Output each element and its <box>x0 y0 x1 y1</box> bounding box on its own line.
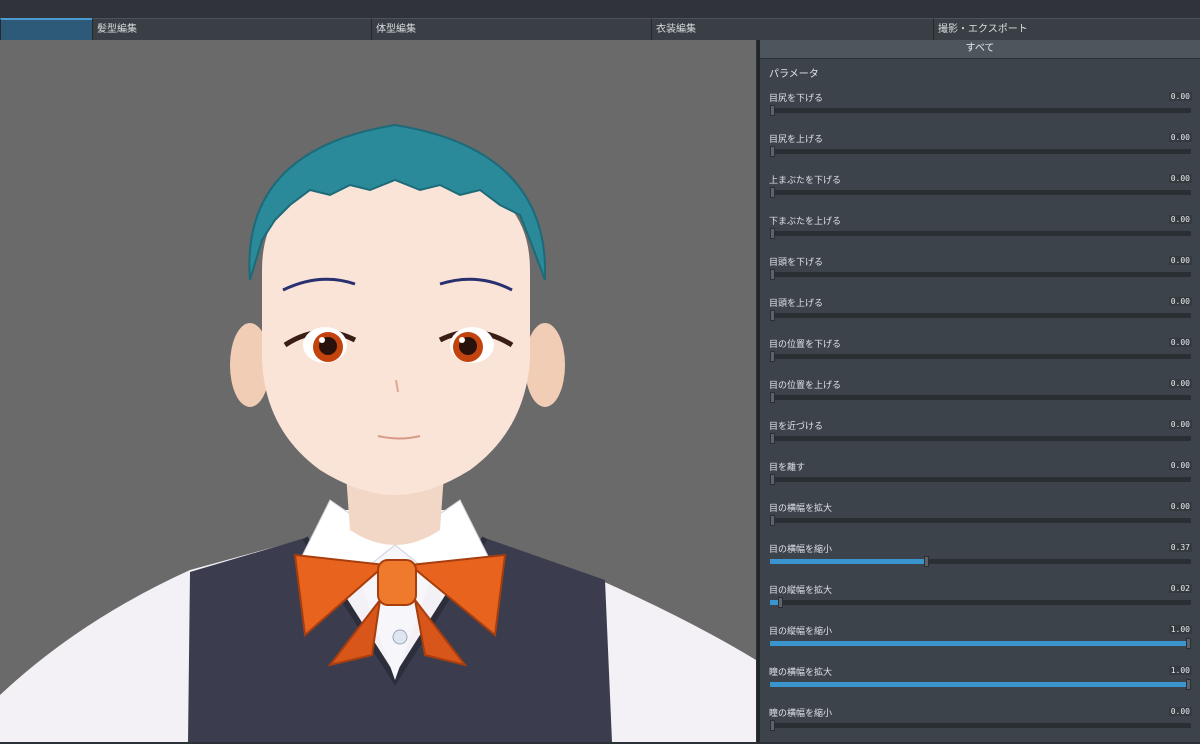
tab-face-edit[interactable] <box>0 18 92 40</box>
parameter-row: 目の横幅を拡大 0.00 <box>760 498 1200 539</box>
parameter-slider[interactable] <box>770 515 1191 526</box>
parameter-slider[interactable] <box>770 638 1191 649</box>
parameter-slider[interactable] <box>770 556 1191 567</box>
slider-handle[interactable] <box>770 515 775 526</box>
parameter-slider[interactable] <box>770 351 1191 362</box>
parameter-value-field[interactable]: 0.00 <box>1168 215 1192 224</box>
parameter-row: 目尻を上げる 0.00 <box>760 129 1200 170</box>
slider-fill <box>770 559 926 564</box>
parameter-label: 目頭を上げる <box>769 299 824 309</box>
parameter-slider[interactable] <box>770 597 1191 608</box>
slider-fill <box>770 682 1191 687</box>
parameter-row: 目頭を下げる 0.00 <box>760 252 1200 293</box>
parameter-row: 目頭を上げる 0.00 <box>760 293 1200 334</box>
parameter-label: 目の位置を下げる <box>769 340 842 350</box>
parameter-slider[interactable] <box>770 720 1191 731</box>
slider-fill <box>770 600 779 605</box>
parameter-slider[interactable] <box>770 146 1191 157</box>
parameter-row: 目を近づける 0.00 <box>760 416 1200 457</box>
parameter-value-field[interactable]: 0.00 <box>1168 297 1192 306</box>
parameter-label: 目を近づける <box>769 422 824 432</box>
parameter-label: 瞳の横幅を拡大 <box>769 668 833 678</box>
slider-fill <box>770 641 1191 646</box>
parameter-slider[interactable] <box>770 269 1191 280</box>
parameter-label: 目の横幅を拡大 <box>769 504 833 514</box>
parameter-row: 目の位置を下げる 0.00 <box>760 334 1200 375</box>
parameter-value-field[interactable]: 0.00 <box>1168 461 1192 470</box>
parameter-label: 上まぶたを下げる <box>769 176 842 186</box>
parameter-slider[interactable] <box>770 105 1191 116</box>
slider-handle[interactable] <box>770 392 775 403</box>
parameter-label: 目の縦幅を縮小 <box>769 627 833 637</box>
parameter-value-field[interactable]: 0.00 <box>1168 420 1192 429</box>
slider-handle[interactable] <box>770 433 775 444</box>
slider-handle[interactable] <box>770 146 775 157</box>
parameter-value-field[interactable]: 0.00 <box>1168 338 1192 347</box>
parameter-value-field[interactable]: 0.00 <box>1168 133 1192 142</box>
parameter-label: 瞳の横幅を縮小 <box>769 709 833 719</box>
parameter-slider[interactable] <box>770 228 1191 239</box>
parameter-value-field[interactable]: 0.00 <box>1168 502 1192 511</box>
tab-photo-export[interactable]: 撮影・エクスポート <box>933 18 1200 40</box>
slider-handle[interactable] <box>770 105 775 116</box>
parameter-row: 目の位置を上げる 0.00 <box>760 375 1200 416</box>
parameter-row: 下まぶたを上げる 0.00 <box>760 211 1200 252</box>
parameter-row: 目の縦幅を拡大 0.02 <box>760 580 1200 621</box>
parameter-list: 目尻を下げる 0.00 目尻を上げる 0.00 上まぶたを下げる 0.00 下まぶたを上げる… <box>760 88 1200 744</box>
parameter-label: 目を離す <box>769 463 806 473</box>
parameter-slider[interactable] <box>770 310 1191 321</box>
parameter-row: 目の横幅を縮小 0.37 <box>760 539 1200 580</box>
parameter-row: 上まぶたを下げる 0.00 <box>760 170 1200 211</box>
slider-handle[interactable] <box>778 597 784 608</box>
parameter-row: 目の縦幅を縮小 1.00 <box>760 621 1200 662</box>
window-title-bar <box>0 0 1200 18</box>
editor-tab-bar: 髪型編集 体型編集 衣装編集 撮影・エクスポート <box>0 18 1200 41</box>
parameter-label: 目頭を下げる <box>769 258 824 268</box>
parameter-label: 目尻を上げる <box>769 135 824 145</box>
parameter-row: 目を離す 0.00 <box>760 457 1200 498</box>
slider-handle[interactable] <box>770 720 775 731</box>
parameter-label: 目の横幅を縮小 <box>769 545 833 555</box>
parameter-value-field[interactable]: 0.00 <box>1168 174 1192 183</box>
avatar-model <box>0 123 756 742</box>
parameter-slider[interactable] <box>770 433 1191 444</box>
slider-handle[interactable] <box>1186 679 1191 690</box>
parameter-slider[interactable] <box>770 187 1191 198</box>
slider-handle[interactable] <box>770 269 775 280</box>
parameter-slider[interactable] <box>770 679 1191 690</box>
slider-handle[interactable] <box>770 474 775 485</box>
parameter-slider[interactable] <box>770 474 1191 485</box>
slider-handle[interactable] <box>770 351 775 362</box>
parameter-value-field[interactable]: 0.37 <box>1168 543 1192 552</box>
tab-body-edit[interactable]: 体型編集 <box>371 18 651 40</box>
slider-handle[interactable] <box>770 228 775 239</box>
panel-header-all[interactable]: すべて <box>760 40 1200 59</box>
parameter-value-field[interactable]: 1.00 <box>1168 666 1192 675</box>
parameter-value-field[interactable]: 0.00 <box>1168 707 1192 716</box>
parameter-value-field[interactable]: 0.00 <box>1168 256 1192 265</box>
tab-costume-edit[interactable]: 衣装編集 <box>651 18 933 40</box>
parameter-value-field[interactable]: 0.02 <box>1168 584 1192 593</box>
avatar-3d-viewport[interactable] <box>0 40 756 742</box>
parameter-label: 目尻を下げる <box>769 94 824 104</box>
parameter-row: 目尻を下げる 0.00 <box>760 88 1200 129</box>
slider-handle[interactable] <box>770 187 775 198</box>
parameter-label: 目の位置を上げる <box>769 381 842 391</box>
parameter-slider[interactable] <box>770 392 1191 403</box>
parameter-row: 瞳の横幅を縮小 0.00 <box>760 703 1200 744</box>
slider-handle[interactable] <box>770 310 775 321</box>
parameter-label: 目の縦幅を拡大 <box>769 586 833 596</box>
parameter-panel: すべて パラメータ 目尻を下げる 0.00 目尻を上げる 0.00 上まぶたを下げる 0.… <box>757 40 1200 742</box>
section-title-parameters: パラメータ <box>769 69 819 80</box>
parameter-value-field[interactable]: 1.00 <box>1168 625 1192 634</box>
parameter-value-field[interactable]: 0.00 <box>1168 379 1192 388</box>
slider-handle[interactable] <box>923 556 929 567</box>
tab-hair-edit[interactable]: 髪型編集 <box>92 18 371 40</box>
parameter-value-field[interactable]: 0.00 <box>1168 92 1192 101</box>
slider-handle[interactable] <box>1186 638 1191 649</box>
parameter-label: 下まぶたを上げる <box>769 217 842 227</box>
parameter-row: 瞳の横幅を拡大 1.00 <box>760 662 1200 703</box>
